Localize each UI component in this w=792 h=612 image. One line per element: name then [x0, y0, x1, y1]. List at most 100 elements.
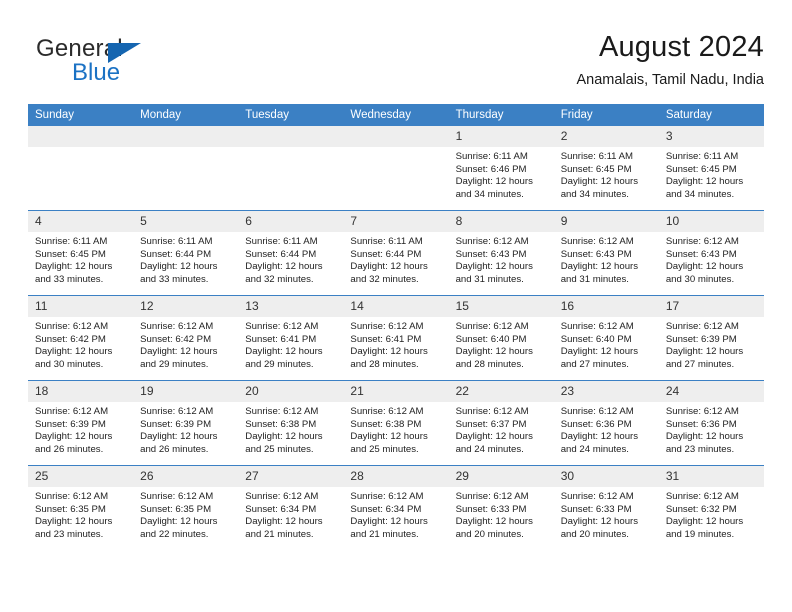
daylight-text: Daylight: 12 hours and 31 minutes. — [455, 261, 533, 285]
sunrise-text: Sunrise: 6:12 AM — [245, 406, 319, 417]
sunrise-text: Sunrise: 6:12 AM — [245, 491, 319, 502]
sunrise-text: Sunrise: 6:12 AM — [560, 321, 634, 332]
day-details: Sunrise: 6:12 AM Sunset: 6:38 PM Daylight:… — [238, 402, 343, 456]
daylight-text: Daylight: 12 hours and 21 minutes. — [350, 516, 428, 540]
calendar-header-row: Sunday Monday Tuesday Wednesday Thursday… — [28, 104, 764, 126]
calendar-day-cell[interactable]: 13 Sunrise: 6:12 AM Sunset: 6:41 PM Dayligh… — [238, 295, 344, 381]
calendar-day-cell[interactable]: 8 Sunrise: 6:12 AM Sunset: 6:43 PM Daylight… — [448, 210, 554, 296]
day-number: 24 — [658, 381, 764, 402]
sunrise-text: Sunrise: 6:12 AM — [350, 406, 424, 417]
calendar-day-cell[interactable]: 17 Sunrise: 6:12 AM Sunset: 6:39 PM Dayligh… — [658, 295, 764, 381]
calendar-cell-empty — [28, 126, 134, 211]
sunrise-text: Sunrise: 6:12 AM — [455, 491, 529, 502]
day-details: Sunrise: 6:11 AM Sunset: 6:45 PM Daylight:… — [554, 147, 659, 201]
page-title: August 2024 — [598, 31, 764, 63]
calendar-cell-empty — [133, 126, 239, 211]
day-number: 25 — [28, 466, 134, 487]
sunrise-text: Sunrise: 6:12 AM — [350, 491, 424, 502]
calendar-day-cell[interactable]: 15 Sunrise: 6:12 AM Sunset: 6:40 PM Dayligh… — [448, 295, 554, 381]
calendar-day-cell[interactable]: 7 Sunrise: 6:11 AM Sunset: 6:44 PM Daylight… — [343, 210, 449, 296]
calendar-day-cell[interactable]: 3 Sunrise: 6:11 AM Sunset: 6:45 PM Daylight… — [658, 126, 764, 211]
calendar-day-cell[interactable]: 30 Sunrise: 6:12 AM Sunset: 6:33 PM Dayligh… — [553, 465, 659, 550]
calendar-week-row: 25 Sunrise: 6:12 AM Sunset: 6:35 PM Dayligh… — [28, 465, 764, 550]
day-number: 20 — [238, 381, 344, 402]
calendar-day-cell[interactable]: 11 Sunrise: 6:12 AM Sunset: 6:42 PM Dayligh… — [28, 295, 134, 381]
sunset-text: Sunset: 6:45 PM — [35, 248, 106, 260]
calendar-day-cell[interactable]: 18 Sunrise: 6:12 AM Sunset: 6:39 PM Dayligh… — [28, 380, 134, 466]
sunrise-text: Sunrise: 6:11 AM — [455, 151, 528, 162]
calendar-day-cell[interactable]: 4 Sunrise: 6:11 AM Sunset: 6:45 PM Daylight… — [28, 210, 134, 296]
calendar-day-cell[interactable]: 1 Sunrise: 6:11 AM Sunset: 6:46 PM Daylight… — [448, 126, 554, 211]
calendar-day-cell[interactable]: 10 Sunrise: 6:12 AM Sunset: 6:43 PM Dayligh… — [658, 210, 764, 296]
sunset-text: Sunset: 6:38 PM — [350, 418, 422, 430]
sunset-text: Sunset: 6:38 PM — [245, 418, 317, 430]
day-details: Sunrise: 6:12 AM Sunset: 6:33 PM Daylight:… — [554, 487, 659, 541]
location-subtitle: Anamalais, Tamil Nadu, India — [576, 72, 764, 88]
day-details: Sunrise: 6:11 AM Sunset: 6:45 PM Daylight:… — [28, 232, 133, 286]
calendar-day-cell[interactable]: 12 Sunrise: 6:12 AM Sunset: 6:42 PM Dayligh… — [133, 295, 239, 381]
weekday-header-sunday: Sunday — [28, 104, 134, 126]
day-details: Sunrise: 6:12 AM Sunset: 6:35 PM Daylight:… — [28, 487, 133, 541]
calendar-week-row: 1 Sunrise: 6:11 AM Sunset: 6:46 PM Daylight… — [28, 126, 764, 211]
daylight-text: Daylight: 12 hours and 25 minutes. — [245, 431, 323, 455]
daylight-text: Daylight: 12 hours and 25 minutes. — [350, 431, 428, 455]
calendar-day-cell[interactable]: 29 Sunrise: 6:12 AM Sunset: 6:33 PM Dayligh… — [448, 465, 554, 550]
daylight-text: Daylight: 12 hours and 30 minutes. — [35, 346, 113, 370]
calendar-day-cell[interactable]: 22 Sunrise: 6:12 AM Sunset: 6:37 PM Dayligh… — [448, 380, 554, 466]
daylight-text: Daylight: 12 hours and 23 minutes. — [665, 431, 744, 455]
day-details: Sunrise: 6:12 AM Sunset: 6:39 PM Daylight:… — [28, 402, 133, 456]
sunrise-text: Sunrise: 6:12 AM — [35, 321, 109, 332]
calendar-day-cell[interactable]: 2 Sunrise: 6:11 AM Sunset: 6:45 PM Daylight… — [553, 126, 659, 211]
day-details: Sunrise: 6:12 AM Sunset: 6:42 PM Daylight:… — [133, 317, 238, 371]
calendar-day-cell[interactable]: 27 Sunrise: 6:12 AM Sunset: 6:34 PM Dayligh… — [238, 465, 344, 550]
calendar-day-cell[interactable]: 31 Sunrise: 6:12 AM Sunset: 6:32 PM Dayligh… — [658, 465, 764, 550]
calendar-day-cell[interactable]: 9 Sunrise: 6:12 AM Sunset: 6:43 PM Daylight… — [553, 210, 659, 296]
calendar-day-cell[interactable]: 26 Sunrise: 6:12 AM Sunset: 6:35 PM Dayligh… — [133, 465, 239, 550]
day-details: Sunrise: 6:11 AM Sunset: 6:44 PM Daylight:… — [238, 232, 343, 286]
day-number — [238, 126, 344, 147]
calendar-day-cell[interactable]: 6 Sunrise: 6:11 AM Sunset: 6:44 PM Daylight… — [238, 210, 344, 296]
sunrise-text: Sunrise: 6:12 AM — [560, 491, 634, 502]
calendar-cell-empty — [238, 126, 344, 211]
sunrise-text: Sunrise: 6:12 AM — [665, 406, 739, 417]
day-details: Sunrise: 6:12 AM Sunset: 6:43 PM Daylight:… — [554, 232, 659, 286]
daylight-text: Daylight: 12 hours and 26 minutes. — [35, 431, 113, 455]
calendar-day-cell[interactable]: 25 Sunrise: 6:12 AM Sunset: 6:35 PM Dayligh… — [28, 465, 134, 550]
calendar-day-cell[interactable]: 23 Sunrise: 6:12 AM Sunset: 6:36 PM Dayligh… — [553, 380, 659, 466]
weekday-header-monday: Monday — [133, 104, 239, 126]
logo-text-blue: Blue — [72, 59, 121, 86]
calendar-day-cell[interactable]: 21 Sunrise: 6:12 AM Sunset: 6:38 PM Dayligh… — [343, 380, 449, 466]
calendar-day-cell[interactable]: 19 Sunrise: 6:12 AM Sunset: 6:39 PM Dayligh… — [133, 380, 239, 466]
calendar-day-cell[interactable]: 24 Sunrise: 6:12 AM Sunset: 6:36 PM Dayligh… — [658, 380, 764, 466]
daylight-text: Daylight: 12 hours and 30 minutes. — [665, 261, 744, 285]
calendar-day-cell[interactable]: 28 Sunrise: 6:12 AM Sunset: 6:34 PM Dayligh… — [343, 465, 449, 550]
sunset-text: Sunset: 6:45 PM — [560, 163, 632, 175]
calendar-day-cell[interactable]: 16 Sunrise: 6:12 AM Sunset: 6:40 PM Dayligh… — [553, 295, 659, 381]
daylight-text: Daylight: 12 hours and 29 minutes. — [245, 346, 323, 370]
calendar-day-cell[interactable]: 14 Sunrise: 6:12 AM Sunset: 6:41 PM Dayligh… — [343, 295, 449, 381]
day-details: Sunrise: 6:11 AM Sunset: 6:45 PM Daylight:… — [659, 147, 764, 201]
sunrise-text: Sunrise: 6:12 AM — [665, 321, 739, 332]
general-blue-logo[interactable]: General Blue — [36, 35, 236, 91]
daylight-text: Daylight: 12 hours and 29 minutes. — [140, 346, 218, 370]
day-number: 4 — [28, 211, 134, 232]
calendar-day-cell[interactable]: 20 Sunrise: 6:12 AM Sunset: 6:38 PM Dayligh… — [238, 380, 344, 466]
calendar-day-cell[interactable]: 5 Sunrise: 6:11 AM Sunset: 6:44 PM Daylight… — [133, 210, 239, 296]
sunset-text: Sunset: 6:44 PM — [140, 248, 212, 260]
sunrise-text: Sunrise: 6:12 AM — [350, 321, 424, 332]
day-details: Sunrise: 6:12 AM Sunset: 6:39 PM Daylight:… — [133, 402, 238, 456]
sunrise-text: Sunrise: 6:12 AM — [455, 321, 529, 332]
sunrise-text: Sunrise: 6:11 AM — [560, 151, 634, 162]
sunset-text: Sunset: 6:36 PM — [560, 418, 632, 430]
sunset-text: Sunset: 6:35 PM — [35, 503, 106, 515]
day-number: 1 — [448, 126, 554, 147]
day-details: Sunrise: 6:12 AM Sunset: 6:32 PM Daylight:… — [659, 487, 764, 541]
sunset-text: Sunset: 6:39 PM — [665, 333, 737, 345]
day-number: 8 — [448, 211, 554, 232]
calendar-week-row: 4 Sunrise: 6:11 AM Sunset: 6:45 PM Daylight… — [28, 210, 764, 296]
day-details: Sunrise: 6:12 AM Sunset: 6:39 PM Daylight:… — [659, 317, 764, 371]
daylight-text: Daylight: 12 hours and 26 minutes. — [140, 431, 218, 455]
day-number: 27 — [238, 466, 344, 487]
sunset-text: Sunset: 6:45 PM — [665, 163, 737, 175]
calendar-page: General Blue August 2024 Anamalais, Tami… — [0, 0, 792, 612]
